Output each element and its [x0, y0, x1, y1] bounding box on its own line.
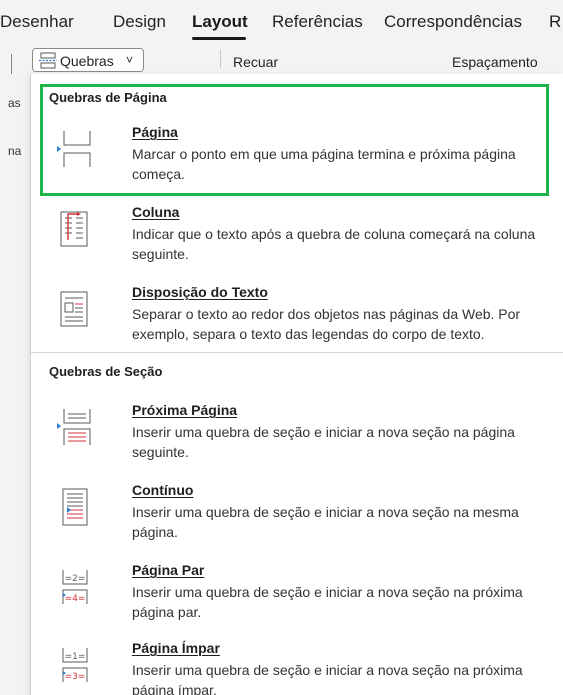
- odd-page-icon: =1= =3=: [62, 648, 88, 682]
- chevron-down-icon: ˅: [126, 53, 134, 67]
- espacamento-label: Espaçamento: [452, 54, 538, 70]
- ribbon-tab-bar: Desenhar Design Layout Referências Corre…: [0, 0, 563, 44]
- menu-item-title: Página Par: [132, 562, 205, 578]
- svg-text:=4=: =4=: [65, 594, 86, 604]
- tab-referencias[interactable]: Referências: [272, 12, 363, 32]
- recuar-label: Recuar: [233, 54, 279, 70]
- menu-item-title: Disposição do Texto: [132, 284, 268, 300]
- menu-item-desc: Indicar que o texto após a quebra de col…: [132, 226, 536, 262]
- menu-item-desc: Inserir uma quebra de seção e iniciar a …: [132, 584, 523, 620]
- even-page-icon: =2= =4=: [62, 570, 88, 604]
- breaks-icon: [39, 52, 57, 69]
- svg-text:=3=: =3=: [65, 672, 86, 682]
- column-break-icon: [60, 211, 88, 247]
- svg-text:=1=: =1=: [65, 652, 86, 662]
- tab-design[interactable]: Design: [113, 12, 166, 32]
- active-tab-indicator: [192, 37, 246, 40]
- continuous-icon: [62, 488, 88, 526]
- document-edge: as na: [0, 54, 30, 695]
- svg-text:=2=: =2=: [65, 574, 86, 584]
- menu-item-title: Página Ímpar: [132, 640, 220, 656]
- ribbon-commands: Quebras ˅ Recuar Espaçamento: [0, 44, 563, 74]
- menu-item-pagina-impar[interactable]: =1= =3= Página Ímpar Inserir uma quebra …: [31, 638, 563, 695]
- menu-item-title: Contínuo: [132, 482, 194, 498]
- tab-layout[interactable]: Layout: [192, 12, 248, 32]
- quebras-label: Quebras: [60, 53, 114, 69]
- menu-item-title: Próxima Página: [132, 402, 238, 418]
- document-fragment-1: as: [8, 96, 21, 110]
- menu-item-desc: Inserir uma quebra de seção e iniciar a …: [132, 424, 515, 460]
- ruler-bracket: [8, 54, 12, 74]
- menu-item-continuo[interactable]: Contínuo Inserir uma quebra de seção e i…: [31, 480, 563, 540]
- text-wrapping-icon: [60, 291, 88, 327]
- tab-correspondencias[interactable]: Correspondências: [384, 12, 522, 32]
- menu-item-proxima-pagina[interactable]: Próxima Página Inserir uma quebra de seç…: [31, 400, 563, 460]
- menu-item-desc: Inserir uma quebra de seção e iniciar a …: [132, 662, 523, 695]
- tab-desenhar[interactable]: Desenhar: [0, 12, 74, 32]
- menu-item-coluna[interactable]: Coluna Indicar que o texto após a quebra…: [31, 202, 563, 262]
- menu-item-title: Coluna: [132, 204, 180, 220]
- ribbon-divider: [220, 50, 221, 68]
- menu-item-desc: Separar o texto ao redor dos objetos nas…: [132, 306, 521, 342]
- menu-item-pagina-par[interactable]: =2= =4= Página Par Inserir uma quebra de…: [31, 560, 563, 620]
- section-breaks-header: Quebras de Seção: [49, 364, 163, 379]
- quebras-button[interactable]: Quebras ˅: [32, 48, 144, 72]
- section-divider: [31, 352, 563, 353]
- menu-item-disposicao-texto[interactable]: Disposição do Texto Separar o texto ao r…: [31, 282, 563, 348]
- document-fragment-2: na: [8, 144, 22, 158]
- tab-r[interactable]: R: [549, 12, 561, 32]
- highlight-box: [40, 84, 549, 196]
- menu-item-desc: Inserir uma quebra de seção e iniciar a …: [132, 504, 519, 540]
- next-page-icon: [57, 409, 91, 445]
